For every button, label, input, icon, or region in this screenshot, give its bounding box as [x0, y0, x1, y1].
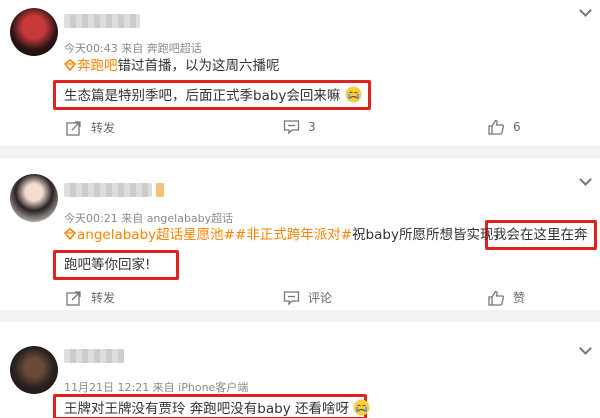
- topic-link[interactable]: angelababy超话星愿池##非正式跨年派对#: [77, 227, 352, 243]
- post-card: 今天00:21 来自 angelababy超话 angelababy超话星愿池#…: [0, 158, 600, 310]
- post-text-line: 王牌对王牌没有贾玲 奔跑吧没有baby 还看啥呀: [64, 399, 370, 418]
- forward-icon: [66, 290, 81, 306]
- forward-label: 转发: [91, 121, 116, 135]
- comment-button[interactable]: 评论: [283, 289, 332, 306]
- forward-button[interactable]: 转发: [66, 119, 115, 136]
- thumbs-up-icon: [488, 290, 505, 306]
- action-bar: 转发 3 6: [0, 119, 600, 137]
- post-text-line: 生态篇是特别季吧，后面正式季baby会回来嘛: [64, 86, 362, 105]
- avatar[interactable]: [10, 346, 58, 394]
- like-count: 6: [513, 120, 521, 134]
- topic-link[interactable]: 奔跑吧: [77, 58, 118, 74]
- comment-icon: [283, 120, 300, 135]
- forward-icon: [66, 120, 81, 136]
- post-card: 今天00:43 来自 奔跑吧超话 奔跑吧错过首播，以为这周六播呢 生态篇是特别季…: [0, 0, 600, 146]
- supertopic-icon: [64, 59, 76, 71]
- text-segment: 王牌对王牌没有贾玲 奔跑吧没有baby 还看啥呀: [64, 401, 349, 417]
- chevron-down-icon[interactable]: [580, 344, 590, 354]
- chevron-down-icon[interactable]: [580, 6, 590, 16]
- post-text-line: 我会在这里在奔: [493, 226, 588, 244]
- like-button[interactable]: 6: [488, 119, 521, 135]
- like-button[interactable]: 赞: [488, 289, 525, 306]
- comment-label: 评论: [308, 291, 333, 305]
- crying-face-icon: [353, 399, 370, 416]
- forward-label: 转发: [91, 291, 116, 305]
- avatar[interactable]: [10, 174, 58, 222]
- text-segment: 跑吧等你回家!: [64, 257, 151, 273]
- action-bar: 转发 评论 赞: [0, 289, 600, 307]
- text-segment: 祝baby所愿所想皆实现，: [352, 227, 507, 243]
- post-card: 11月21日 12:21 来自 iPhone客户端 王牌对王牌没有贾玲 奔跑吧没…: [0, 322, 600, 418]
- crying-face-icon: [345, 86, 362, 103]
- forward-button[interactable]: 转发: [66, 289, 115, 306]
- text-segment: 生态篇是特别季吧，后面正式季baby会回来嘛: [64, 88, 341, 104]
- thumbs-up-icon: [488, 119, 505, 135]
- username-blurred[interactable]: [64, 14, 140, 28]
- username-blurred[interactable]: [64, 349, 124, 363]
- post-text-line: 跑吧等你回家!: [64, 256, 150, 274]
- comment-button[interactable]: 3: [283, 119, 316, 135]
- text-segment: 我会在这里在奔: [493, 227, 588, 243]
- supertopic-icon: [64, 228, 76, 240]
- avatar[interactable]: [10, 8, 58, 56]
- text-segment: 错过首播，以为这周六播呢: [117, 58, 280, 74]
- post-text-line: angelababy超话星愿池##非正式跨年派对#祝baby所愿所想皆实现，: [64, 226, 507, 244]
- comment-count: 3: [308, 120, 316, 134]
- post-text-line: 奔跑吧错过首播，以为这周六播呢: [64, 57, 280, 75]
- post-meta: 今天00:43 来自 奔跑吧超话: [64, 42, 202, 55]
- comment-icon: [283, 290, 300, 306]
- badge-icon: [156, 183, 164, 197]
- like-label: 赞: [513, 291, 526, 305]
- post-meta: 11月21日 12:21 来自 iPhone客户端: [64, 381, 249, 394]
- username-blurred[interactable]: [64, 183, 152, 197]
- post-meta: 今天00:21 来自 angelababy超话: [64, 212, 234, 225]
- chevron-down-icon[interactable]: [580, 175, 590, 185]
